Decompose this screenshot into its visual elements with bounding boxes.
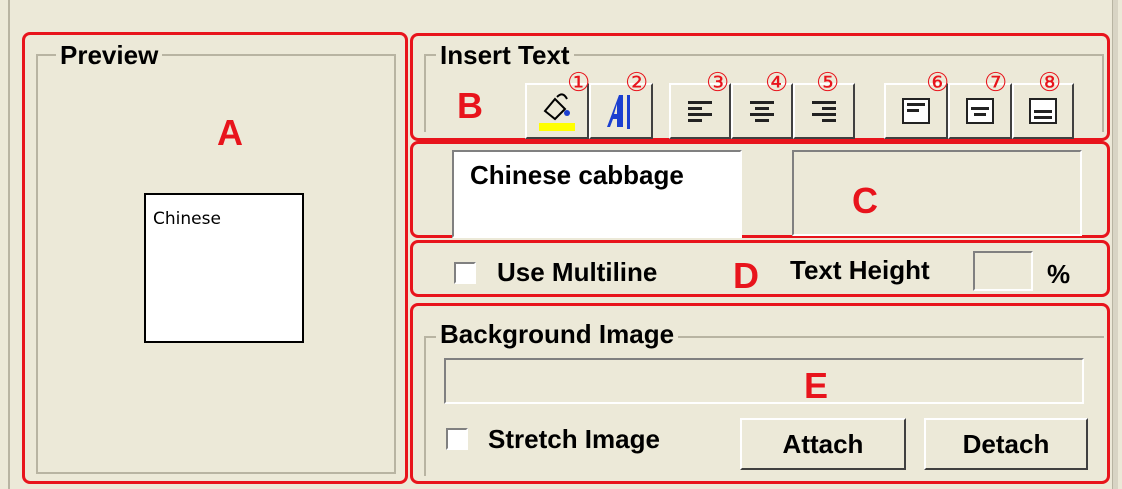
text-height-label: Text Height xyxy=(790,255,930,285)
button-number-7: ⑦ xyxy=(984,68,1008,98)
preview-sample-text: Chinese xyxy=(153,209,221,229)
stretch-image-checkbox[interactable] xyxy=(446,428,468,450)
background-image-legend: Background Image xyxy=(436,320,679,348)
valign-middle-icon xyxy=(966,98,994,124)
button-number-2: ② xyxy=(625,68,649,98)
button-number-4: ④ xyxy=(765,68,789,98)
valign-top-icon xyxy=(902,98,930,124)
text-input-value: Chinese cabbage xyxy=(470,160,684,190)
attach-button[interactable]: Attach xyxy=(740,418,906,470)
background-image-path-field[interactable] xyxy=(444,358,1084,404)
attach-button-label: Attach xyxy=(782,428,864,459)
marker-b: B xyxy=(457,85,483,126)
button-number-6: ⑥ xyxy=(926,68,950,98)
insert-text-legend: Insert Text xyxy=(436,41,574,69)
right-scroll-edge xyxy=(1112,0,1118,489)
marker-c: C xyxy=(852,180,878,221)
button-number-3: ③ xyxy=(706,68,730,98)
align-left-icon xyxy=(688,98,712,125)
preview-canvas: Chinese xyxy=(144,193,304,343)
marker-e: E xyxy=(804,365,829,406)
align-center-icon xyxy=(750,98,774,125)
use-multiline-checkbox[interactable] xyxy=(454,262,476,284)
align-right-icon xyxy=(812,98,836,125)
percent-label: % xyxy=(1047,259,1071,289)
button-number-1: ① xyxy=(567,68,591,98)
marker-a: A xyxy=(217,112,243,153)
button-number-5: ⑤ xyxy=(816,68,840,98)
detach-button-label: Detach xyxy=(962,428,1050,459)
preview-legend: Preview xyxy=(56,41,163,69)
detach-button[interactable]: Detach xyxy=(924,418,1088,470)
valign-bottom-icon xyxy=(1029,98,1057,124)
marker-d: D xyxy=(733,255,759,296)
secondary-text-field[interactable] xyxy=(792,150,1082,236)
use-multiline-label: Use Multiline xyxy=(497,257,658,287)
stretch-image-label: Stretch Image xyxy=(488,424,660,454)
text-height-input[interactable] xyxy=(973,251,1033,291)
left-window-edge xyxy=(8,0,10,489)
button-number-8: ⑧ xyxy=(1038,68,1062,98)
text-input[interactable]: Chinese cabbage xyxy=(452,150,742,238)
